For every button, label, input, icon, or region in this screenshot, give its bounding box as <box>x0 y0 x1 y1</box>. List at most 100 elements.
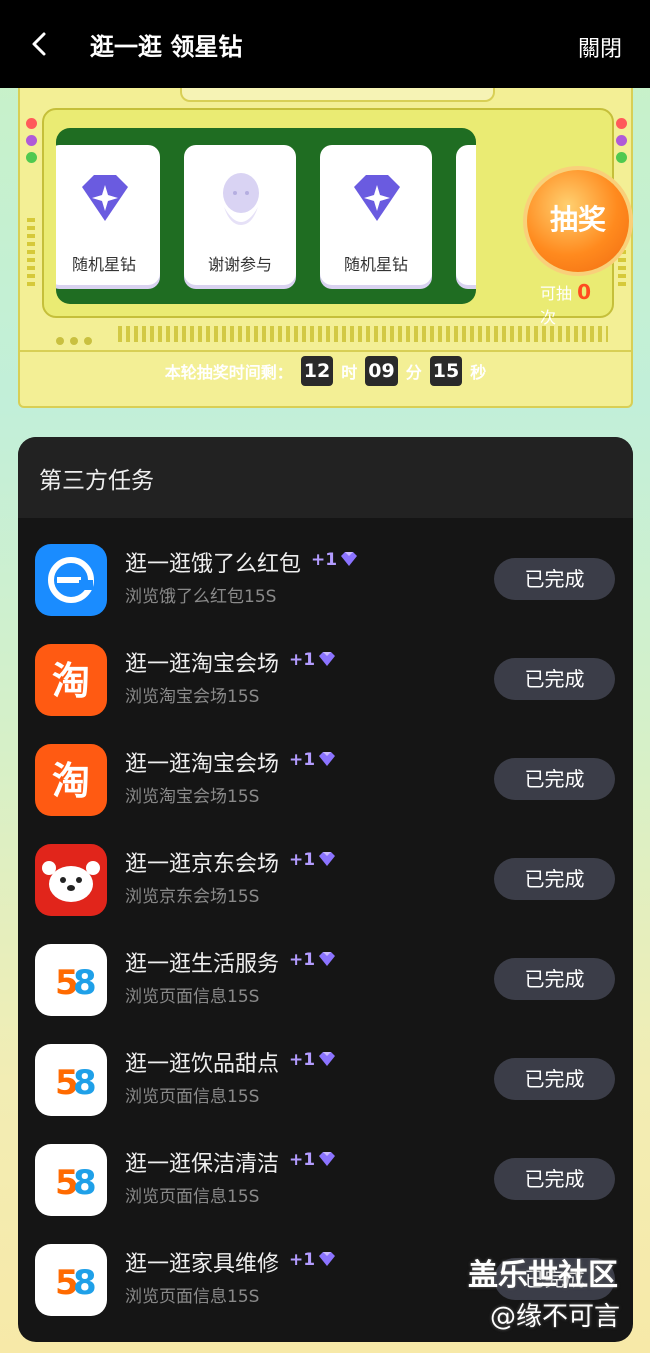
back-arrow-icon[interactable] <box>22 26 58 62</box>
task-description: 浏览页面信息15S <box>125 1187 260 1207</box>
indicator-light <box>616 118 627 129</box>
reward-value: +1 <box>289 650 316 670</box>
task-completed-button[interactable]: 已完成 <box>494 858 615 900</box>
58-icon: 58 <box>35 1244 107 1316</box>
task-title: 逛一逛饮品甜点 <box>125 1052 280 1077</box>
task-title: 逛一逛淘宝会场 <box>125 652 280 677</box>
task-reward: +1 <box>289 650 337 670</box>
eleme-icon <box>35 544 107 616</box>
task-description: 浏览饿了么红包15S <box>125 587 277 607</box>
reel-card: 随机星钻 <box>320 145 432 285</box>
indicator-light <box>616 135 627 146</box>
timer-seconds: 15 <box>429 356 463 386</box>
side-decoration <box>27 218 35 288</box>
task-reward: +1 <box>311 550 359 570</box>
task-row: 逛一逛饿了么红包 +1 浏览饿了么红包15S 已完成 <box>18 536 633 636</box>
machine-top-tab <box>180 88 495 102</box>
watermark-title: 盖乐世社区 <box>468 1258 618 1293</box>
taobao-icon: 淘 <box>35 744 107 816</box>
task-description: 浏览京东会场15S <box>125 887 260 907</box>
machine-frame: 随机星钻 谢谢参与 随机星钻 抽奖 可抽 0 次 <box>42 108 629 327</box>
reel-card-partial <box>456 145 476 285</box>
reel-label: 随机星钻 <box>343 255 408 274</box>
task-reward: +1 <box>289 750 337 770</box>
timer-minutes: 09 <box>365 356 398 386</box>
task-reward: +1 <box>289 1050 337 1070</box>
task-completed-button[interactable]: 已完成 <box>494 758 615 800</box>
task-row: 5 8 逛一逛饮品甜点 +1 浏览页面信息15S 已完成 <box>18 1036 633 1136</box>
character-icon <box>223 173 259 225</box>
svg-text:淘: 淘 <box>52 659 90 703</box>
reel-label: 随机星钻 <box>71 255 136 274</box>
timer-hours-unit: 时 <box>341 363 358 382</box>
task-completed-button[interactable]: 已完成 <box>494 958 615 1000</box>
svg-text:8: 8 <box>73 1163 97 1203</box>
timer-hours: 12 <box>300 356 334 386</box>
timer-seconds-unit: 秒 <box>470 363 487 382</box>
star-diamond-icon <box>319 652 336 666</box>
task-row: 5 8 逛一逛生活服务 +1 浏览页面信息15S 已完成 <box>18 936 633 1036</box>
58-icon: 58 <box>35 1144 107 1216</box>
timer-label: 本轮抽奖时间剩： <box>164 363 293 382</box>
svg-text:8: 8 <box>73 1263 97 1303</box>
close-button[interactable]: 關閉 <box>578 31 622 63</box>
watermark-author: @缘不可言 <box>490 1302 621 1332</box>
svg-text:淘: 淘 <box>52 759 90 803</box>
draw-count-suffix: 次 <box>540 308 557 327</box>
task-completed-button[interactable]: 已完成 <box>494 1158 615 1200</box>
reel-label: 谢谢参与 <box>207 255 272 274</box>
svg-text:8: 8 <box>73 1063 97 1103</box>
indicator-light <box>26 152 37 163</box>
draw-count-prefix: 可抽 <box>540 284 573 303</box>
star-diamond-icon <box>319 1152 336 1166</box>
58-icon: 58 <box>35 1044 107 1116</box>
draw-button[interactable]: 抽奖 <box>527 170 629 272</box>
taobao-icon: 淘 <box>35 644 107 716</box>
task-completed-button[interactable]: 已完成 <box>494 1058 615 1100</box>
third-party-tasks-panel: 第三方任务 逛一逛饿了么红包 +1 浏览饿了么红包15S 已完成淘逛一逛淘宝会场 +1 浏… <box>18 437 633 1342</box>
task-reward: +1 <box>289 950 337 970</box>
reward-value: +1 <box>289 1150 316 1170</box>
indicator-light <box>26 118 37 129</box>
reward-value: +1 <box>289 850 316 870</box>
top-bar: 逛一逛 领星钻 關閉 <box>0 0 650 88</box>
reward-value: +1 <box>289 950 316 970</box>
star-diamond-icon <box>319 1052 336 1066</box>
svg-text:8: 8 <box>73 963 97 1003</box>
task-title: 逛一逛生活服务 <box>125 952 280 977</box>
task-reward: +1 <box>289 1250 337 1270</box>
task-reward: +1 <box>289 1150 337 1170</box>
task-row: 逛一逛京东会场 +1 浏览京东会场15S 已完成 <box>18 836 633 936</box>
indicator-light <box>616 152 627 163</box>
draw-count: 可抽 0 次 <box>540 280 612 328</box>
task-description: 浏览页面信息15S <box>125 987 260 1007</box>
timer-minutes-unit: 分 <box>405 363 422 382</box>
task-completed-button[interactable]: 已完成 <box>494 558 615 600</box>
panel-title: 第三方任务 <box>18 437 633 518</box>
reel-window: 随机星钻 谢谢参与 随机星钻 <box>56 128 476 304</box>
task-description: 浏览淘宝会场15S <box>125 787 260 807</box>
task-title: 逛一逛保洁清洁 <box>125 1152 280 1177</box>
task-row: 淘 逛一逛淘宝会场 +1 浏览淘宝会场15S 已完成 <box>18 736 633 836</box>
star-diamond-icon <box>319 1252 336 1266</box>
reward-value: +1 <box>289 750 316 770</box>
star-diamond-icon <box>319 952 336 966</box>
task-title: 逛一逛饿了么红包 <box>125 552 302 577</box>
page-title: 逛一逛 领星钻 <box>90 33 243 61</box>
indicator-light <box>26 135 37 146</box>
diamond-icon <box>82 175 128 221</box>
star-diamond-icon <box>319 852 336 866</box>
countdown-timer: 本轮抽奖时间剩： 12 时 09 分 15 秒 <box>20 350 631 390</box>
task-title: 逛一逛京东会场 <box>125 852 280 877</box>
task-description: 浏览页面信息15S <box>125 1087 260 1107</box>
task-row: 5 8 逛一逛保洁清洁 +1 浏览页面信息15S 已完成 <box>18 1136 633 1236</box>
star-diamond-icon <box>341 552 358 566</box>
reel-card: 谢谢参与 <box>184 145 296 285</box>
58-icon: 58 <box>35 944 107 1016</box>
task-row: 淘 逛一逛淘宝会场 +1 浏览淘宝会场15S 已完成 <box>18 636 633 736</box>
decor-stripes <box>118 326 608 342</box>
reward-value: +1 <box>311 550 338 570</box>
task-completed-button[interactable]: 已完成 <box>494 658 615 700</box>
lottery-machine: 随机星钻 谢谢参与 随机星钻 抽奖 可抽 0 次 本轮抽奖时间剩： 12 时 0… <box>18 88 633 408</box>
task-title: 逛一逛淘宝会场 <box>125 752 280 777</box>
